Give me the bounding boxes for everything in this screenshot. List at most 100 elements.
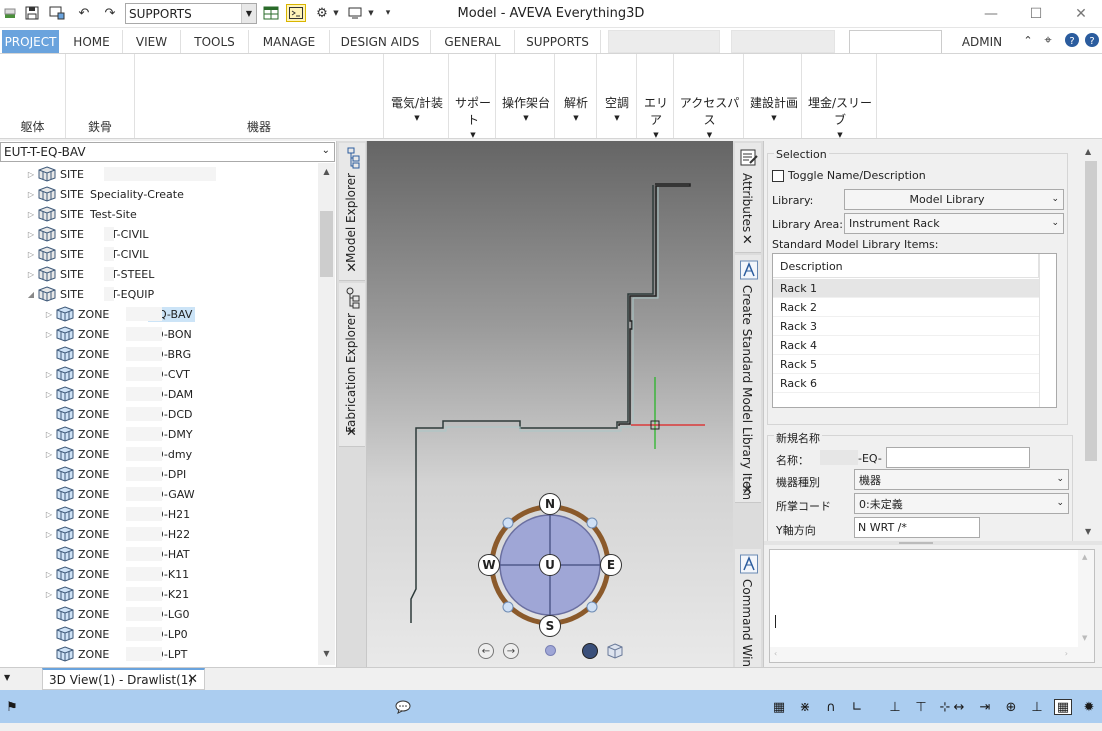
tab-3d-view[interactable]: 3D View(1) - Drawlist(1) ✕ [42, 668, 205, 690]
settings-icon[interactable]: ⚙ [312, 4, 332, 22]
tree-row-site[interactable]: ▷ SITE -T-STEEL [24, 264, 154, 284]
list-item[interactable]: Rack 6 [773, 374, 1039, 393]
command-line-icon[interactable] [286, 4, 306, 22]
tree-row-zone[interactable]: ▷ ZONE EQ-H21 [42, 504, 190, 524]
previous-view-icon[interactable]: ← [478, 643, 494, 659]
save-work-icon[interactable] [47, 4, 67, 22]
next-view-icon[interactable]: → [503, 643, 519, 659]
snap-grid-icon[interactable]: ▦ [770, 699, 788, 715]
customize-quick-access-icon[interactable]: ▾ [381, 4, 395, 22]
equipment-type-select[interactable]: 機器 ⌄ [854, 469, 1069, 490]
workspace-select[interactable]: SUPPORTS ▼ [125, 3, 257, 24]
name-input[interactable] [886, 447, 1030, 468]
plane-icon[interactable]: ⊕ [1002, 699, 1020, 715]
explorer-root-select[interactable]: EUT-T-EQ-BAV ⌄ [0, 142, 335, 162]
app-menu-icon[interactable] [0, 4, 20, 22]
minimize-icon[interactable]: — [968, 0, 1014, 28]
toggle-name-checkbox[interactable] [772, 170, 784, 182]
list-header-description[interactable]: Description [773, 254, 1039, 278]
grid-snap-icon[interactable]: ▦ [1054, 699, 1072, 715]
tree-row-zone[interactable]: ▷ ZONE EQ-K11 [42, 564, 189, 584]
compass-south-button[interactable]: S [539, 615, 561, 637]
scrollbar-thumb[interactable] [1085, 161, 1097, 461]
tab-model-explorer[interactable]: Model Explorer ✕ [339, 143, 365, 281]
snap-intersect-icon[interactable]: ⊥ [886, 699, 904, 715]
dropdown-arrow-icon[interactable]: ▼ [365, 4, 377, 22]
access-path-button[interactable]: アクセスパス ▼ [678, 94, 741, 139]
grid-icon[interactable] [261, 4, 281, 22]
expand-arrow-icon[interactable]: ▷ [42, 510, 56, 519]
library-area-select[interactable]: Instrument Rack ⌄ [844, 213, 1064, 234]
tree-row-site[interactable]: ▷ SITE Test-Site [24, 204, 137, 224]
tree-row-zone[interactable]: ZONE EQ-GAW [42, 484, 195, 504]
tab-hidden-1[interactable] [608, 30, 720, 53]
tree-row-site[interactable]: ▷ SITE [24, 164, 216, 184]
expand-arrow-icon[interactable]: ▷ [24, 190, 38, 199]
tab-supports[interactable]: SUPPORTS [515, 30, 601, 53]
list-item[interactable]: Rack 2 [773, 298, 1039, 317]
info-icon[interactable]: ? [1082, 31, 1102, 49]
tab-project[interactable]: PROJECT [2, 30, 59, 53]
jurisdiction-code-select[interactable]: 0:未定義 ⌄ [854, 493, 1069, 514]
tab-fabrication-explorer[interactable]: Fabrication Explorer ✕ [339, 283, 365, 447]
scroll-up-icon[interactable]: ▲ [1085, 147, 1091, 156]
list-item[interactable]: Rack 1 [773, 279, 1039, 298]
tree-row-zone[interactable]: ZONE EQ-LP0 [42, 624, 188, 644]
tab-home[interactable]: HOME [61, 30, 123, 53]
dropdown-arrow-icon[interactable]: ▼ [330, 4, 342, 22]
expand-arrow-icon[interactable]: ▷ [42, 390, 56, 399]
library-select[interactable]: Model Library ⌄ [844, 189, 1064, 210]
expand-arrow-icon[interactable]: ▷ [42, 570, 56, 579]
y-axis-direction-input[interactable]: N WRT /* [854, 517, 980, 538]
embed-sleeve-button[interactable]: 埋金/スリーブ ▼ [806, 94, 874, 139]
view-cube-icon[interactable] [607, 643, 623, 659]
flag-icon[interactable]: ⚑ [3, 699, 21, 715]
view-center-icon[interactable] [545, 645, 556, 656]
expand-arrow-icon[interactable]: ▷ [42, 370, 56, 379]
scrollbar-thumb[interactable] [320, 211, 333, 277]
construction-plan-button[interactable]: 建設計画 ▼ [748, 94, 800, 122]
redo-icon[interactable]: ↷ [100, 4, 120, 22]
align-right-icon[interactable]: ⇥ [976, 699, 994, 715]
display-icon[interactable] [346, 4, 366, 22]
tree-row-zone[interactable]: ZONE EQ-DPI [42, 464, 186, 484]
tab-view[interactable]: VIEW [123, 30, 181, 53]
tab-tools[interactable]: TOOLS [181, 30, 249, 53]
analysis-button[interactable]: 解析 ▼ [559, 94, 593, 122]
close-icon[interactable]: ✕ [346, 261, 357, 276]
tree-row-zone[interactable]: ▷ ZONE EQ-K21 [42, 584, 189, 604]
scroll-right-icon[interactable]: › [1065, 649, 1068, 658]
expand-arrow-icon[interactable]: ▷ [42, 530, 56, 539]
close-icon[interactable]: ✕ [742, 233, 753, 248]
tree-row-site[interactable]: ◢ SITE -T-EQUIP [24, 284, 154, 304]
help-icon[interactable]: ? [1062, 31, 1082, 49]
tree-row-zone[interactable]: ZONE EQ-LG0 [42, 604, 190, 624]
close-icon[interactable]: ✕ [742, 483, 753, 498]
panel-scrollbar[interactable]: ▲ ▼ [1082, 147, 1100, 539]
expand-arrow-icon[interactable]: ▷ [42, 310, 56, 319]
close-icon[interactable]: ✕ [187, 672, 198, 687]
compass-west-button[interactable]: W [478, 554, 500, 576]
chevron-up-icon[interactable]: ⌃ [1018, 31, 1038, 49]
support-button[interactable]: サポート ▼ [453, 94, 493, 139]
tree-row-zone[interactable]: ▷ ZONE EQ-BON [42, 324, 192, 344]
tab-hidden-2[interactable] [731, 30, 835, 53]
area-button[interactable]: エリア ▼ [639, 94, 673, 139]
tab-attributes[interactable]: Attributes ✕ [735, 143, 761, 253]
expand-arrow-icon[interactable]: ▷ [42, 450, 56, 459]
maximize-icon[interactable]: ☐ [1013, 0, 1059, 28]
command-hscrollbar[interactable]: ‹ › [770, 647, 1094, 662]
tree-row-site[interactable]: ▷ SITE -T-CIVIL [24, 244, 148, 264]
tree-row-site[interactable]: ▷ SITE Speciality-Create [24, 184, 184, 204]
globe-icon[interactable] [582, 643, 598, 659]
tree-row-zone[interactable]: ZONE EQ-LPT [42, 644, 187, 664]
tab-manage[interactable]: MANAGE [249, 30, 330, 53]
close-icon[interactable]: ✕ [346, 425, 357, 440]
scroll-up-icon[interactable]: ▲ [1082, 553, 1087, 561]
chat-icon[interactable] [394, 699, 412, 715]
list-item[interactable]: Rack 3 [773, 317, 1039, 336]
save-icon[interactable] [22, 4, 42, 22]
tab-hidden-3[interactable] [849, 30, 942, 53]
expand-arrow-icon[interactable]: ▷ [42, 330, 56, 339]
tab-admin[interactable]: ADMIN [946, 30, 1018, 53]
